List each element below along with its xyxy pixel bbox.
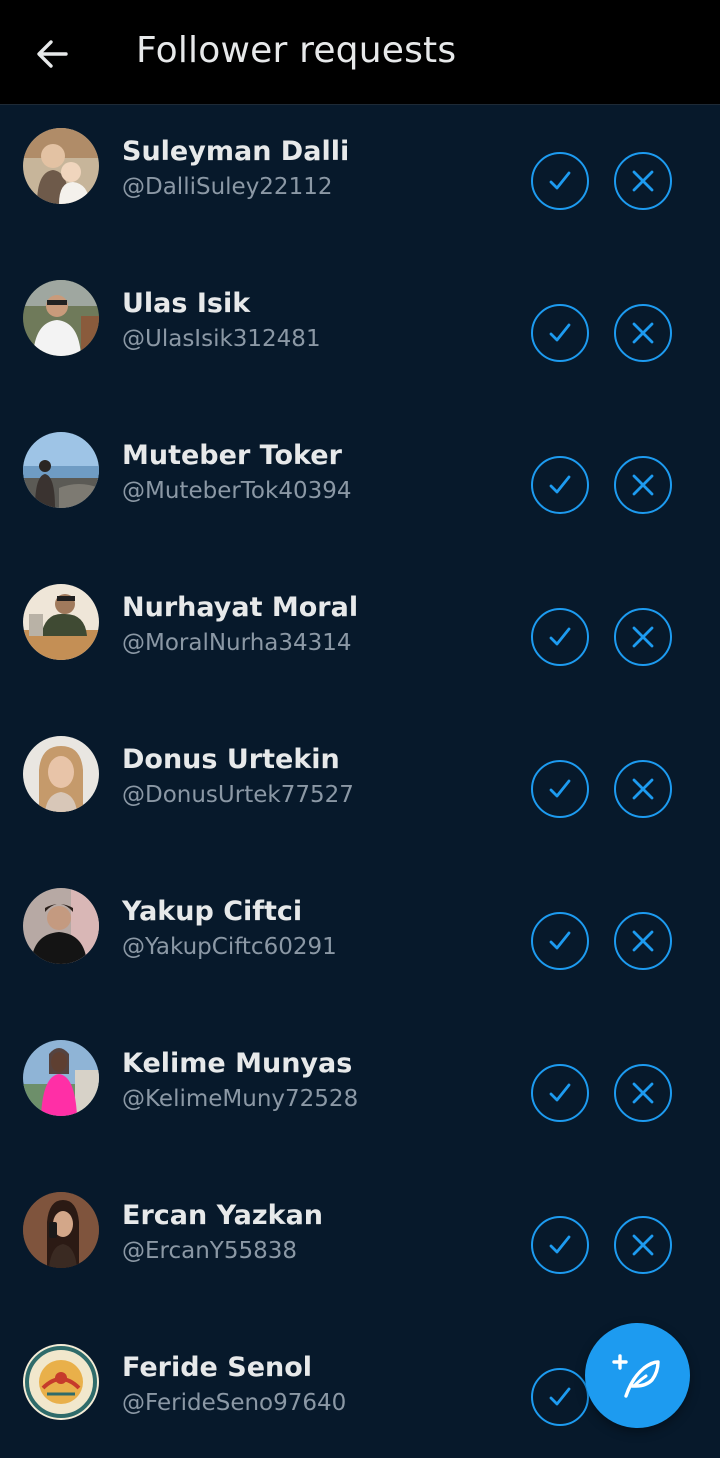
check-icon xyxy=(549,171,571,190)
check-icon xyxy=(549,627,571,646)
request-row: Nurhayat Moral @MoralNurha34314 xyxy=(0,562,720,714)
check-icon xyxy=(549,1083,571,1102)
user-display-name: Muteber Toker xyxy=(122,440,342,471)
user-handle: @MuteberTok40394 xyxy=(122,478,352,504)
user-display-name: Nurhayat Moral xyxy=(122,592,359,623)
accept-request-button[interactable] xyxy=(531,1064,589,1122)
avatar[interactable] xyxy=(23,280,99,356)
user-display-name: Suleyman Dalli xyxy=(122,136,350,167)
avatar[interactable] xyxy=(23,128,99,204)
user-display-name: Yakup Ciftci xyxy=(122,896,303,927)
user-display-name: Feride Senol xyxy=(122,1352,313,1383)
request-row: Suleyman Dalli @DalliSuley22112 xyxy=(0,106,720,258)
user-display-name: Donus Urtekin xyxy=(122,744,340,775)
decline-request-button[interactable] xyxy=(614,608,672,666)
accept-request-button[interactable] xyxy=(531,912,589,970)
arrow-left-icon xyxy=(37,40,68,68)
user-handle: @ErcanY55838 xyxy=(122,1238,298,1264)
check-icon xyxy=(549,1235,571,1254)
accept-request-button[interactable] xyxy=(531,456,589,514)
user-display-name: Ercan Yazkan xyxy=(122,1200,324,1231)
accept-request-button[interactable] xyxy=(531,152,589,210)
avatar[interactable] xyxy=(23,584,99,660)
user-display-name: Kelime Munyas xyxy=(122,1048,353,1079)
check-icon xyxy=(549,323,571,342)
close-icon xyxy=(632,930,654,952)
check-icon xyxy=(549,475,571,494)
request-list: Suleyman Dalli @DalliSuley22112 Ulas Isi… xyxy=(0,106,720,1458)
decline-request-button[interactable] xyxy=(614,1064,672,1122)
user-handle: @DonusUrtek77527 xyxy=(122,782,354,808)
check-icon xyxy=(549,779,571,798)
top-app-bar: Follower requests xyxy=(0,0,720,105)
check-icon xyxy=(549,1387,571,1406)
decline-request-button[interactable] xyxy=(614,1216,672,1274)
request-row: Kelime Munyas @KelimeMuny72528 xyxy=(0,1018,720,1170)
close-icon xyxy=(632,170,654,192)
request-row: Ulas Isik @UlasIsik312481 xyxy=(0,258,720,410)
follower-requests-screen: Follower requests Suleyman Dalli @DalliS… xyxy=(0,0,720,1458)
request-row: Donus Urtekin @DonusUrtek77527 xyxy=(0,714,720,866)
decline-request-button[interactable] xyxy=(614,912,672,970)
user-handle: @KelimeMuny72528 xyxy=(122,1086,359,1112)
avatar[interactable] xyxy=(23,432,99,508)
accept-request-button[interactable] xyxy=(531,1368,589,1426)
accept-request-button[interactable] xyxy=(531,608,589,666)
user-handle: @MoralNurha34314 xyxy=(122,630,352,656)
back-button[interactable] xyxy=(22,24,82,84)
close-icon xyxy=(632,778,654,800)
page-title: Follower requests xyxy=(136,30,457,71)
accept-request-button[interactable] xyxy=(531,760,589,818)
close-icon xyxy=(632,1082,654,1104)
avatar[interactable] xyxy=(23,736,99,812)
request-row: Muteber Toker @MuteberTok40394 xyxy=(0,410,720,562)
user-handle: @FerideSeno97640 xyxy=(122,1390,347,1416)
close-icon xyxy=(632,1234,654,1256)
avatar[interactable] xyxy=(23,1192,99,1268)
request-row: Yakup Ciftci @YakupCiftc60291 xyxy=(0,866,720,1018)
user-handle: @UlasIsik312481 xyxy=(122,326,321,352)
close-icon xyxy=(632,322,654,344)
avatar[interactable] xyxy=(23,1040,99,1116)
decline-request-button[interactable] xyxy=(614,760,672,818)
user-display-name: Ulas Isik xyxy=(122,288,251,319)
request-row: Ercan Yazkan @ErcanY55838 xyxy=(0,1170,720,1322)
compose-tweet-button[interactable] xyxy=(585,1323,690,1428)
compose-feather-icon xyxy=(611,1353,660,1398)
accept-request-button[interactable] xyxy=(531,304,589,362)
decline-request-button[interactable] xyxy=(614,456,672,514)
decline-request-button[interactable] xyxy=(614,152,672,210)
accept-request-button[interactable] xyxy=(531,1216,589,1274)
avatar[interactable] xyxy=(23,888,99,964)
avatar[interactable] xyxy=(23,1344,99,1420)
user-handle: @DalliSuley22112 xyxy=(122,174,333,200)
close-icon xyxy=(632,474,654,496)
user-handle: @YakupCiftc60291 xyxy=(122,934,337,960)
decline-request-button[interactable] xyxy=(614,304,672,362)
close-icon xyxy=(632,626,654,648)
check-icon xyxy=(549,931,571,950)
